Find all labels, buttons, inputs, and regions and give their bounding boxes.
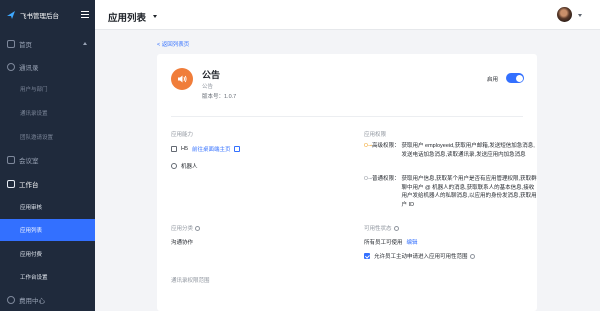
toggle-knob — [515, 74, 523, 82]
category-value: 沟通协作 — [171, 240, 194, 246]
page-title[interactable]: 应用列表 — [108, 10, 146, 24]
help-icon[interactable] — [195, 226, 201, 232]
sidebar-item-label: 首页 — [19, 42, 32, 49]
allow-apply-row: 允许员工主动申请进入应用可用性范围 — [364, 252, 475, 260]
sidebar-item-label: 会议室 — [19, 158, 39, 165]
availability-value-text: 所有员工可使用 — [364, 240, 403, 246]
sidebar: 飞书管理后台 首页 通讯录 用户与部门 通讯录设置 团队邀请设置 会议室 工作台 — [0, 0, 95, 311]
key-icon: O⊸ — [364, 176, 373, 182]
sidebar-item-contacts-settings[interactable]: 通讯录设置 — [0, 102, 95, 124]
key-icon: O⊸ — [364, 143, 373, 149]
capability-bot-label: 机器人 — [181, 164, 198, 170]
capabilities-label: 应用能力 — [171, 132, 194, 138]
chevron-down-icon[interactable] — [578, 14, 582, 17]
category-label-text: 应用分类 — [171, 226, 194, 232]
avatar[interactable] — [557, 7, 572, 22]
meeting-room-icon — [7, 156, 15, 164]
allow-apply-label: 允许员工主动申请进入应用可用性范围 — [374, 254, 468, 260]
sidebar-item-contacts[interactable]: 通讯录 — [0, 56, 95, 78]
sidebar-item-workplace-settings[interactable]: 工作台设置 — [0, 266, 95, 288]
sidebar-item-label: 应用付费 — [20, 252, 43, 258]
contacts-scope-label: 通讯录权限范围 — [171, 278, 210, 284]
sidebar-item-label: 应用列表 — [20, 228, 43, 234]
contacts-icon — [7, 63, 15, 71]
external-link-icon[interactable] — [233, 146, 240, 152]
advanced-permissions-title: 高级权限： — [372, 143, 400, 149]
capability-h5: H5 前往桌面端主页 — [171, 145, 240, 153]
edit-availability-link[interactable]: 编辑 — [407, 240, 418, 246]
help-icon[interactable] — [393, 226, 399, 232]
app-detail-card: 公告 公告 版本号：1.0.7 启用 应用能力 H5 前往桌面端主页 机器人 应… — [157, 54, 537, 311]
sidebar-item-users-departments[interactable]: 用户与部门 — [0, 78, 95, 100]
sidebar-item-label: 团队邀请设置 — [20, 135, 54, 141]
h5-icon — [171, 146, 177, 152]
speaker-icon — [178, 75, 187, 83]
brand: 飞书管理后台 — [0, 0, 95, 30]
top-header: 应用列表 — [95, 0, 600, 30]
sidebar-item-label: 费用中心 — [19, 298, 45, 305]
sidebar-item-label: 工作台 — [19, 182, 39, 189]
sidebar-item-label: 用户与部门 — [20, 87, 48, 93]
advanced-permissions-text: 获取用户 employeeid,获取用户邮箱,发送短信加急消息,发送电话加急消息… — [401, 143, 535, 158]
capability-h5-label: H5 — [181, 146, 189, 152]
enable-toggle[interactable] — [506, 73, 524, 83]
home-icon — [7, 40, 15, 48]
sidebar-item-team-invite-settings[interactable]: 团队邀请设置 — [0, 126, 95, 148]
divider — [171, 116, 523, 117]
app-subtitle: 公告 — [202, 84, 214, 90]
chevron-down-icon[interactable] — [153, 15, 157, 18]
workplace-icon — [7, 180, 15, 188]
normal-permissions: O⊸ 普通权限： 获取用户信息,获取某个用户是否有应用管理权限,获取群聊中用户 … — [364, 175, 537, 209]
category-label: 应用分类 — [171, 224, 201, 232]
normal-permissions-title: 普通权限： — [372, 176, 400, 182]
app-version: 版本号：1.0.7 — [202, 94, 237, 100]
sidebar-item-app-payment[interactable]: 应用付费 — [0, 243, 95, 265]
availability-label: 可用性状态 — [364, 224, 399, 232]
chevron-up-icon — [83, 42, 87, 45]
availability-value: 所有员工可使用 编辑 — [364, 238, 418, 246]
enable-label: 启用 — [487, 77, 499, 83]
bot-icon — [171, 163, 177, 169]
menu-toggle-icon[interactable] — [81, 11, 89, 18]
brand-name: 飞书管理后台 — [20, 13, 59, 20]
sidebar-item-label: 通讯录 — [19, 65, 39, 72]
permissions-label: 应用权限 — [364, 132, 387, 138]
sidebar-item-meeting-rooms[interactable]: 会议室 — [0, 149, 95, 171]
sidebar-item-workplace[interactable]: 工作台 — [0, 173, 95, 195]
feishu-logo-icon — [7, 11, 15, 19]
sidebar-item-app-list[interactable]: 应用列表 — [0, 219, 95, 241]
normal-permissions-text: 获取用户信息,获取某个用户是否有应用管理权限,获取群聊中用户 @ 机器人的消息,… — [401, 176, 537, 208]
app-icon — [171, 68, 193, 90]
sidebar-item-home[interactable]: 首页 — [0, 33, 95, 55]
sidebar-item-label: 工作台设置 — [20, 275, 48, 281]
sidebar-item-label: 应用审核 — [20, 205, 43, 211]
advanced-permissions: O⊸ 高级权限： 获取用户 employeeid,获取用户邮箱,发送短信加急消息… — [364, 142, 537, 159]
availability-label-text: 可用性状态 — [364, 226, 392, 232]
back-to-list-link[interactable]: < 返回列表页 — [157, 40, 189, 48]
sidebar-item-billing[interactable]: 费用中心 — [0, 289, 95, 311]
app-name: 公告 — [202, 70, 221, 80]
capability-bot: 机器人 — [171, 162, 198, 170]
sidebar-item-app-review[interactable]: 应用审核 — [0, 196, 95, 218]
sidebar-item-label: 通讯录设置 — [20, 111, 48, 117]
help-icon[interactable] — [469, 253, 475, 259]
billing-icon — [7, 296, 15, 304]
desktop-home-link[interactable]: 前往桌面端主页 — [192, 145, 231, 153]
allow-apply-checkbox[interactable] — [364, 253, 370, 259]
